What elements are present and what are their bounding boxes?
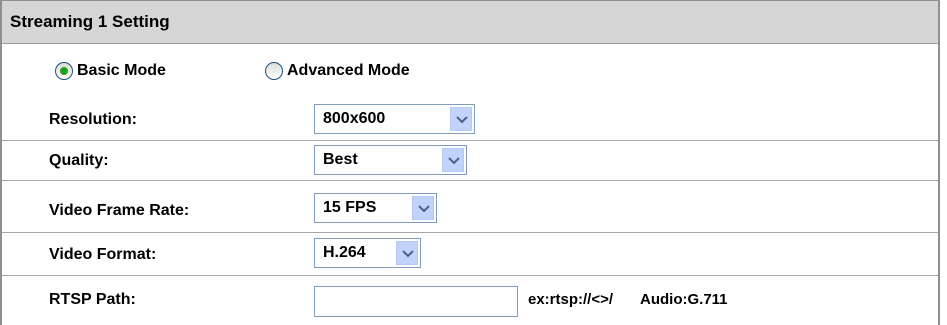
streaming-settings-panel: Streaming 1 Setting Basic Mode Advanced … [0,0,940,325]
advanced-mode-label: Advanced Mode [287,62,410,79]
basic-mode-radio[interactable]: Basic Mode [55,62,166,80]
frame-rate-row: Video Frame Rate: 15 FPS [2,181,938,233]
resolution-select[interactable]: 800x600 [314,104,475,134]
resolution-label: Resolution: [49,111,137,128]
quality-label: Quality: [49,152,109,169]
frame-rate-value: 15 FPS [323,199,377,216]
quality-row: Quality: Best [2,141,938,181]
resolution-value: 800x600 [323,110,386,127]
radio-unselected-icon[interactable] [265,62,283,80]
rtsp-path-input[interactable] [314,286,518,317]
rtsp-path-label: RTSP Path: [49,291,136,308]
video-format-select[interactable]: H.264 [314,238,421,268]
frame-rate-label: Video Frame Rate: [49,202,190,219]
video-format-row: Video Format: H.264 [2,233,938,276]
quality-value: Best [323,151,358,168]
chevron-down-icon[interactable] [450,107,472,131]
quality-select[interactable]: Best [314,145,467,175]
panel-header: Streaming 1 Setting [2,1,938,44]
chevron-down-icon[interactable] [396,241,418,265]
panel-title: Streaming 1 Setting [10,12,170,31]
chevron-down-icon[interactable] [412,196,434,220]
rtsp-example-hint: ex:rtsp://<>/ [528,291,614,308]
resolution-row: Resolution: 800x600 [2,100,938,141]
audio-codec-label: Audio:G.711 [640,291,728,308]
radio-selected-icon[interactable] [55,62,73,80]
chevron-down-icon[interactable] [442,148,464,172]
mode-selector: Basic Mode Advanced Mode [2,62,938,86]
basic-mode-label: Basic Mode [77,62,166,79]
frame-rate-select[interactable]: 15 FPS [314,193,437,223]
video-format-value: H.264 [323,244,366,261]
advanced-mode-radio[interactable]: Advanced Mode [265,62,410,80]
video-format-label: Video Format: [49,246,157,263]
